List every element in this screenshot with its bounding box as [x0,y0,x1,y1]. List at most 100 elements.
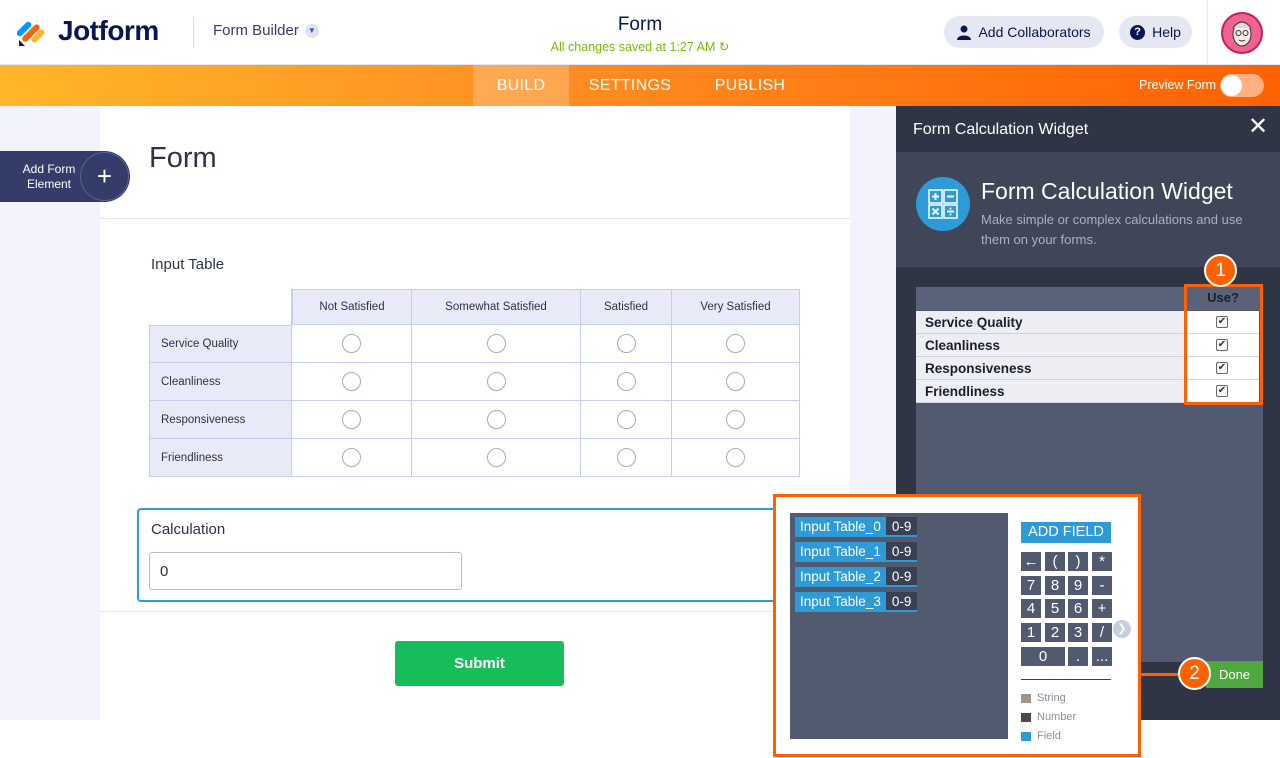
jotform-logo-icon[interactable] [17,18,47,48]
table-cell [412,325,581,363]
brand-name: Jotform [58,15,159,46]
field-row: Friendliness [916,380,1186,403]
key-7[interactable]: 7 [1021,576,1041,595]
backspace-key[interactable]: ← [1021,552,1041,571]
table-cell [292,325,412,363]
table-cell [292,439,412,477]
key-9[interactable]: 9 [1068,576,1088,595]
column-header: Very Satisfied [672,289,800,325]
save-status-text: All changes saved at 1:27 AM [550,40,716,54]
radio-button[interactable] [726,410,745,429]
key-minus[interactable]: - [1092,576,1112,595]
add-collaborators-button[interactable]: Add Collaborators [944,16,1104,48]
save-status: All changes saved at 1:27 AM ↻ [500,39,780,54]
submit-button[interactable]: Submit [395,641,564,686]
form-title[interactable]: Form [540,14,740,36]
field-chip[interactable]: Input Table_2 0-9 [795,567,918,587]
key-plus[interactable]: + [1092,599,1112,618]
key-2[interactable]: 2 [1045,623,1065,642]
table-cell [672,363,800,401]
radio-button[interactable] [342,334,361,353]
legend-label: String [1037,692,1066,704]
legend-field: Field [1021,730,1061,742]
row-label: Friendliness [149,439,292,477]
key-3[interactable]: 3 [1068,623,1088,642]
key-decimal[interactable]: . [1068,647,1088,666]
radio-button[interactable] [616,334,636,353]
legend-label: Number [1037,711,1077,723]
key-4[interactable]: 4 [1021,599,1041,618]
user-icon [957,25,972,40]
table-cell [292,363,412,401]
field-chip[interactable]: Input Table_1 0-9 [795,542,918,562]
key-5[interactable]: 5 [1045,599,1065,618]
radio-button[interactable] [486,448,506,467]
widget-title: Form Calculation Widget [981,178,1233,204]
callout-connector [1140,673,1180,676]
column-header: Satisfied [581,289,672,325]
close-icon[interactable]: ✕ [1247,115,1269,139]
table-cell [412,363,581,401]
table-cell [581,401,672,439]
radio-button[interactable] [342,448,361,467]
radio-button[interactable] [486,372,506,391]
radio-button[interactable] [342,372,361,391]
calculation-label: Calculation [151,521,226,538]
header-divider [1207,0,1208,65]
calculation-input[interactable] [149,552,462,590]
key-close-paren[interactable]: ) [1068,552,1088,571]
column-header: Not Satisfied [292,289,412,325]
key-divide[interactable]: / [1092,623,1112,642]
avatar-illustration-icon [1223,14,1261,52]
legend-swatch [1021,712,1031,722]
radio-button[interactable] [486,410,506,429]
field-chip-range: 0-9 [885,567,918,585]
key-6[interactable]: 6 [1068,599,1088,618]
avatar[interactable] [1221,12,1263,54]
refresh-icon[interactable]: ↻ [719,40,729,54]
radio-button[interactable] [616,448,636,467]
row-label: Responsiveness [149,401,292,439]
radio-button[interactable] [726,334,745,353]
add-field-button[interactable]: ADD FIELD [1021,522,1111,543]
key-multiply[interactable]: * [1092,552,1112,571]
radio-button[interactable] [726,448,745,467]
tab-settings[interactable]: SETTINGS [580,65,680,106]
field-chip[interactable]: Input Table_3 0-9 [795,592,918,612]
input-table: Not Satisfied Somewhat Satisfied Satisfi… [149,289,800,477]
callout-highlight [1184,284,1263,405]
help-button[interactable]: ? Help [1119,16,1192,48]
form-builder-dropdown[interactable]: Form Builder ▼ [213,22,319,39]
done-button[interactable]: Done [1206,661,1263,688]
key-0[interactable]: 0 [1021,647,1065,666]
plus-icon: + [80,152,129,201]
table-cell [672,401,800,439]
key-8[interactable]: 8 [1045,576,1065,595]
radio-button[interactable] [342,410,361,429]
key-1[interactable]: 1 [1021,623,1041,642]
tab-build[interactable]: BUILD [473,65,569,106]
table-cell [672,439,800,477]
radio-button[interactable] [486,334,506,353]
radio-button[interactable] [616,372,636,391]
radio-button[interactable] [616,410,636,429]
chevron-right-icon[interactable]: ❯ [1113,620,1131,638]
form-builder-label: Form Builder [213,22,299,39]
field-chip-range: 0-9 [885,542,918,560]
radio-button[interactable] [726,372,745,391]
add-form-element-label: Add Form Element [22,162,76,191]
tab-publish[interactable]: PUBLISH [700,65,800,106]
field-chip[interactable]: Input Table_0 0-9 [795,517,918,537]
field-chip-name: Input Table_3 [795,592,886,610]
preview-form-toggle[interactable] [1220,74,1264,97]
form-heading[interactable]: Form [149,142,217,175]
field-chip-name: Input Table_2 [795,567,886,585]
top-header: Jotform Form Builder ▼ Form All changes … [0,0,1280,65]
add-collaborators-label: Add Collaborators [978,24,1091,40]
table-cell [581,439,672,477]
key-more[interactable]: ... [1092,647,1112,666]
row-label: Service Quality [149,325,292,363]
field-chip-range: 0-9 [885,517,918,535]
key-open-paren[interactable]: ( [1045,552,1065,571]
add-form-element-button[interactable]: Add Form Element + [0,151,130,202]
